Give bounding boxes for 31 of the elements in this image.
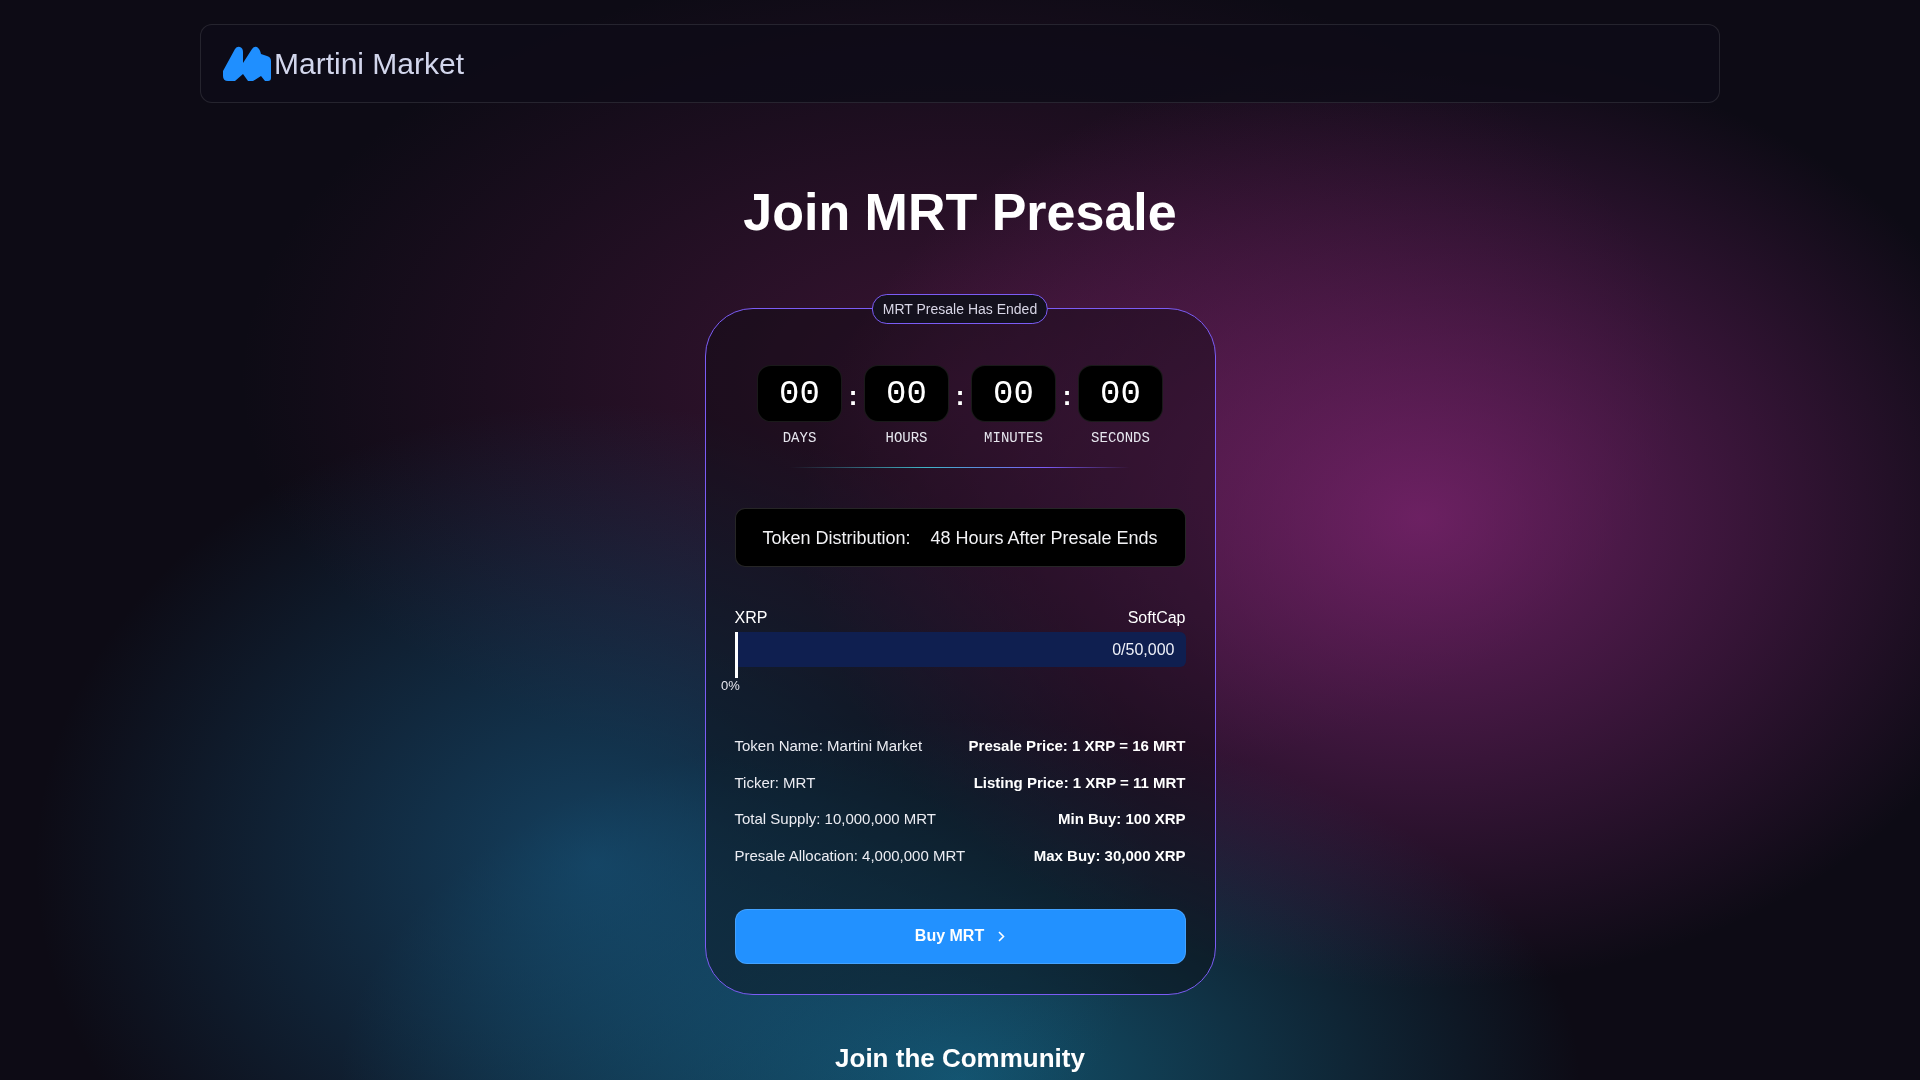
softcap-label: SoftCap (1127, 608, 1186, 628)
countdown-label: HOURS (885, 429, 928, 447)
countdown-label: MINUTES (984, 429, 1043, 447)
countdown-separator: : (952, 384, 968, 411)
token-detail-text: Token Name: Martini Market (734, 736, 924, 756)
chevron-right-icon (998, 930, 1006, 942)
countdown-label: SECONDS (1091, 429, 1150, 447)
sale-term-text: Max Buy: 30,000 XRP (1033, 845, 1186, 866)
countdown-separator: : (1059, 384, 1075, 411)
token-detail-text: Ticker: MRT (734, 772, 817, 793)
token-detail-text: Total Supply: 10,000,000 MRT (734, 809, 937, 829)
status-badge: MRT Presale Has Ended (871, 294, 1049, 324)
currency-label: XRP (734, 608, 768, 628)
sale-term-text: Presale Price: 1 XRP = 16 MRT (968, 736, 1186, 756)
countdown-value: 00 (971, 365, 1056, 422)
brand-name[interactable]: Martini Market (274, 45, 465, 82)
token-detail-text: Presale Allocation: 4,000,000 MRT (734, 845, 966, 866)
progress-amount: 0/50,000 (1112, 639, 1175, 660)
countdown-label: DAYS (782, 429, 817, 447)
logo-icon[interactable] (223, 46, 271, 81)
countdown-value: 00 (1078, 365, 1163, 422)
page-title: Join MRT Presale (743, 182, 1177, 243)
section-heading: Join the Community (835, 1042, 1085, 1073)
sale-term-text: Min Buy: 100 XRP (1057, 809, 1186, 829)
distribution-label: Token Distribution: (762, 526, 911, 549)
countdown-separator: : (845, 384, 861, 411)
sale-term-text: Listing Price: 1 XRP = 11 MRT (973, 772, 1186, 793)
distribution-value: 48 Hours After Presale Ends (930, 526, 1158, 549)
progress-percent: 0% (721, 678, 740, 694)
countdown-value: 00 (864, 365, 949, 422)
countdown-value: 00 (757, 365, 842, 422)
